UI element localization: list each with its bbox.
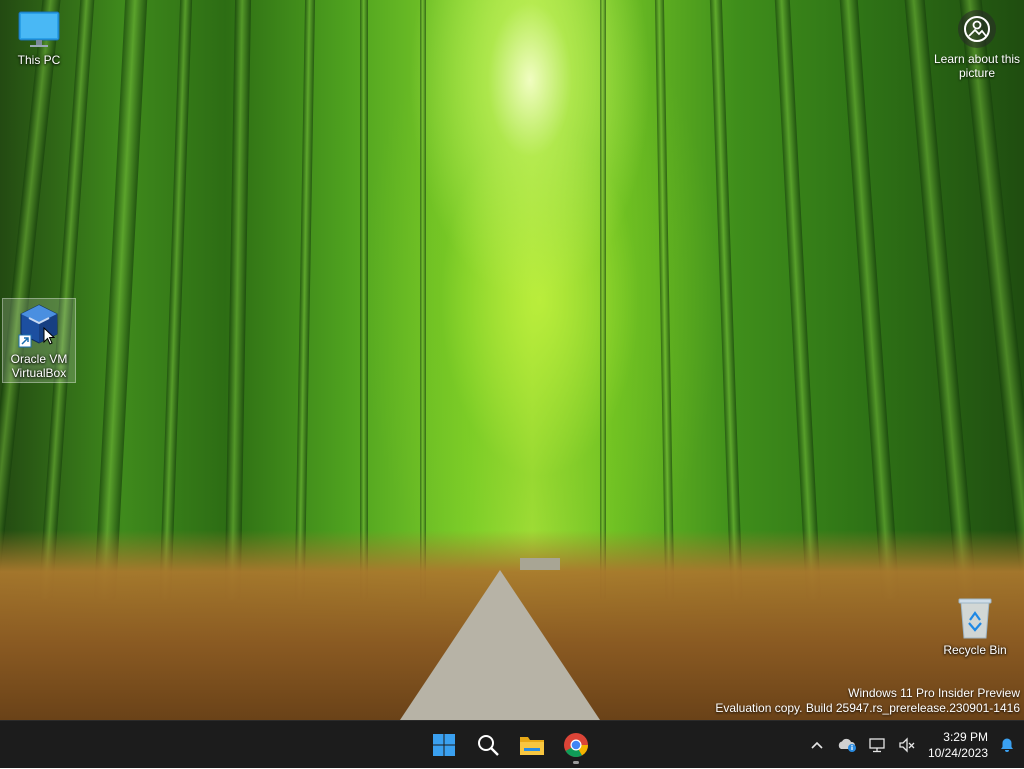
desktop-icon-label: Recycle Bin xyxy=(943,643,1007,657)
wallpaper-path xyxy=(400,570,600,720)
running-indicator xyxy=(573,761,579,764)
volume-button[interactable] xyxy=(892,725,922,765)
wallpaper-path-far xyxy=(520,558,560,570)
desktop-wallpaper[interactable]: This PC Oracle VM VirtualBox Recycle Bin xyxy=(0,0,1024,720)
file-explorer-button[interactable] xyxy=(512,725,552,765)
desktop-icon-label: Oracle VM VirtualBox xyxy=(10,352,68,380)
clock-button[interactable]: 3:29 PM 10/24/2023 xyxy=(922,729,994,761)
desktop-icon-label: This PC xyxy=(17,53,61,67)
wallpaper-stalk xyxy=(773,0,822,600)
folder-icon xyxy=(520,737,544,755)
wallpaper-stalk xyxy=(838,0,900,600)
wallpaper-stalk xyxy=(294,0,316,601)
search-button[interactable] xyxy=(468,725,508,765)
network-icon xyxy=(869,738,885,753)
desktop-icon-virtualbox[interactable]: Oracle VM VirtualBox xyxy=(2,298,76,383)
watermark-build: Evaluation copy. Build 25947.rs_prerelea… xyxy=(715,701,1020,715)
onedrive-button[interactable] xyxy=(832,725,862,765)
start-button[interactable] xyxy=(424,725,464,765)
recycle-bin-icon xyxy=(958,598,992,639)
clock-time: 3:29 PM xyxy=(943,730,988,744)
windows-logo-icon xyxy=(433,734,455,756)
network-button[interactable] xyxy=(862,725,892,765)
learn-about-picture-button[interactable]: Learn about this picture xyxy=(932,10,1022,80)
build-watermark: Windows 11 Pro Insider Preview Evaluatio… xyxy=(715,686,1020,716)
chrome-icon xyxy=(564,733,588,758)
mouse-cursor-icon xyxy=(43,327,55,345)
system-tray: 3:29 PM 10/24/2023 xyxy=(802,721,1024,769)
chrome-button[interactable] xyxy=(556,725,596,765)
show-hidden-icons-button[interactable] xyxy=(802,725,832,765)
desktop-icon-recycle-bin[interactable]: Recycle Bin xyxy=(938,596,1012,657)
chevron-up-icon xyxy=(811,741,823,749)
taskbar-apps xyxy=(424,721,596,769)
wallpaper-stalk xyxy=(709,0,743,601)
onedrive-icon xyxy=(838,738,856,752)
clock-date: 10/24/2023 xyxy=(927,746,988,760)
wallpaper-stalk xyxy=(159,0,193,601)
wallpaper-stalk xyxy=(420,0,426,600)
bell-icon xyxy=(1001,738,1013,752)
watermark-edition: Windows 11 Pro Insider Preview xyxy=(848,686,1020,700)
taskbar: 3:29 PM 10/24/2023 xyxy=(0,720,1024,768)
wallpaper-stalk xyxy=(360,0,368,600)
notifications-button[interactable] xyxy=(994,725,1020,765)
learn-about-picture-label: Learn about this picture xyxy=(933,52,1021,80)
wallpaper-stalk xyxy=(903,0,977,600)
wallpaper-stalk xyxy=(224,0,252,601)
wallpaper-stalk xyxy=(654,0,675,601)
wallpaper-stalk xyxy=(600,0,606,600)
monitor-icon xyxy=(18,11,60,47)
desktop-icon-this-pc[interactable]: This PC xyxy=(2,10,76,67)
volume-muted-icon xyxy=(899,737,915,753)
wallpaper-stalk xyxy=(93,0,149,601)
search-icon xyxy=(478,735,499,756)
camera-icon xyxy=(958,10,996,48)
